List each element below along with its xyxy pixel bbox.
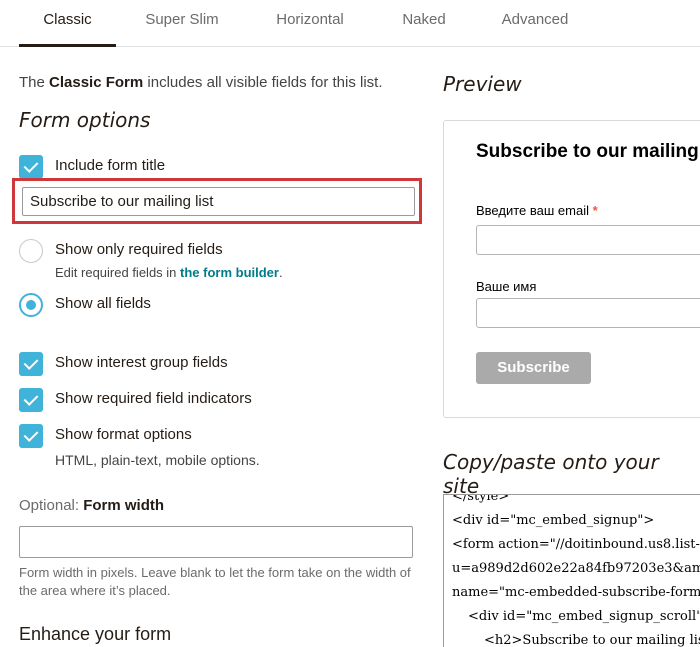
show-required-label: Show only required fields: [55, 241, 223, 258]
show-all-label: Show all fields: [55, 295, 151, 312]
format-options-hint: HTML, plain-text, mobile options.: [55, 452, 260, 468]
show-all-radio[interactable]: [19, 293, 43, 317]
embed-code-textarea[interactable]: </style> <div id="mc_embed_signup"> <for…: [443, 494, 700, 647]
include-title-checkbox[interactable]: [19, 155, 43, 179]
tab-horizontal[interactable]: Horizontal: [256, 0, 364, 46]
intro-suffix: includes all visible fields for this lis…: [143, 74, 383, 91]
optional-prefix: Optional:: [19, 497, 84, 514]
highlight-box: [12, 178, 422, 224]
form-builder-link[interactable]: the form builder: [180, 265, 279, 280]
tab-advanced[interactable]: Advanced: [484, 0, 586, 46]
form-type-tabs: Classic Super Slim Horizontal Naked Adva…: [0, 0, 700, 47]
required-asterisk: *: [592, 203, 598, 218]
enhance-form-heading: Enhance your form: [19, 624, 172, 644]
preview-subscribe-button[interactable]: Subscribe: [476, 352, 591, 384]
preview-name-input[interactable]: [476, 298, 700, 328]
code-line: <div id="mc_embed_signup">: [452, 513, 655, 528]
code-line: <form action="//doitinbound.us8.list-man…: [452, 537, 700, 552]
copy-paste-heading: Copy/paste onto your site: [443, 450, 659, 498]
form-width-input[interactable]: [19, 526, 413, 558]
code-line: u=a989d2d602e22a84fb97203e3&amp;id=: [452, 561, 700, 576]
form-title-input[interactable]: [22, 187, 415, 216]
required-indicators-checkbox[interactable]: [19, 388, 43, 412]
tab-classic[interactable]: Classic: [19, 0, 116, 47]
form-options-heading: Form options: [19, 108, 151, 132]
form-width-help: Form width in pixels. Leave blank to let…: [19, 565, 411, 598]
tab-super-slim[interactable]: Super Slim: [128, 0, 236, 46]
code-line: <div id="mc_embed_signup_scroll">: [468, 609, 700, 624]
preview-form-title: Subscribe to our mailing list: [476, 141, 700, 162]
preview-name-label: Ваше имя: [476, 279, 537, 294]
form-width-label: Optional: Form width: [19, 497, 164, 514]
preview-email-label: Введите ваш email *: [476, 203, 598, 218]
interest-groups-checkbox[interactable]: [19, 352, 43, 376]
preview-card: Subscribe to our mailing list Введите ва…: [443, 120, 700, 418]
code-line: name="mc-embedded-subscribe-form": [452, 585, 700, 600]
form-width-label-text: Form width: [83, 497, 165, 514]
intro-text: The Classic Form includes all visible fi…: [19, 74, 383, 91]
required-indicators-label: Show required field indicators: [55, 390, 252, 407]
hint-suffix: .: [278, 265, 283, 280]
interest-groups-label: Show interest group fields: [55, 354, 228, 371]
intro-form-name: Classic Form: [49, 74, 144, 91]
format-options-label: Show format options: [55, 426, 192, 443]
format-options-checkbox[interactable]: [19, 424, 43, 448]
code-line: <h2>Subscribe to our mailing list</h2>: [484, 633, 700, 647]
preview-heading: Preview: [443, 72, 522, 96]
show-required-radio[interactable]: [19, 239, 43, 263]
hint-prefix: Edit required fields in: [55, 265, 181, 280]
tab-naked[interactable]: Naked: [386, 0, 462, 46]
preview-email-input[interactable]: [476, 225, 700, 255]
include-title-label: Include form title: [55, 157, 166, 174]
intro-prefix: The: [19, 74, 50, 91]
show-required-hint: Edit required fields in the form builder…: [55, 265, 283, 280]
email-label-text: Введите ваш email: [476, 203, 589, 218]
code-line: </style>: [452, 494, 510, 504]
